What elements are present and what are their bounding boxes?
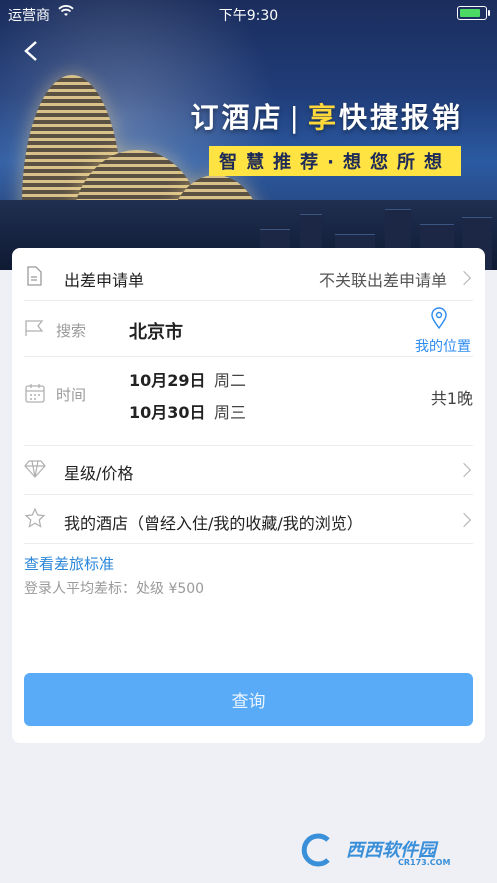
hero-title-part1: 订酒店	[190, 101, 284, 134]
my-location-link[interactable]: 我的位置	[415, 336, 471, 356]
travel-standard-note: 登录人平均差标：处级 ¥500	[24, 581, 205, 597]
star-icon	[24, 507, 46, 533]
star-price-label: 星级/价格	[64, 464, 134, 483]
battery-icon	[457, 6, 490, 20]
search-label: 搜索	[56, 322, 87, 340]
hero-title-separator: |	[289, 101, 302, 134]
flag-icon	[24, 319, 46, 341]
checkin-weekday: 周二	[214, 371, 247, 390]
watermark-logo-icon	[301, 833, 330, 867]
chevron-right-icon	[456, 270, 472, 286]
my-hotel-row[interactable]: 我的酒店（曾经入住/我的收藏/我的浏览）	[24, 495, 473, 544]
city-input[interactable]: 北京市	[129, 318, 183, 344]
chevron-right-icon	[456, 512, 472, 528]
hero-banner: 运营商 下午9:30 订酒店 | 享快捷报销 智慧推荐·想您所想	[0, 0, 497, 270]
my-hotel-label: 我的酒店（曾经入住/我的收藏/我的浏览）	[64, 514, 363, 533]
hero-title-highlight: 享	[307, 101, 339, 134]
hero-title: 订酒店 | 享快捷报销	[191, 96, 463, 136]
diamond-icon	[24, 460, 46, 482]
location-pin-icon[interactable]	[430, 307, 448, 333]
checkout-date[interactable]: 10月30日	[129, 399, 206, 423]
clock: 下午9:30	[218, 8, 279, 24]
nights-count: 共1晚	[430, 389, 473, 408]
status-bar: 运营商 下午9:30	[0, 0, 497, 26]
travel-request-value: 不关联出差申请单	[318, 271, 447, 290]
back-icon[interactable]	[22, 40, 42, 61]
chevron-right-icon	[456, 462, 472, 478]
watermark: 西西软件园 CR173.COM	[298, 832, 478, 872]
time-label: 时间	[56, 386, 87, 404]
star-price-row[interactable]: 星级/价格	[24, 446, 473, 495]
search-row: 搜索 北京市 我的位置	[24, 301, 473, 357]
hero-title-part2: 快捷报销	[338, 101, 463, 134]
date-row[interactable]: 时间 10月29日 周二 10月30日 周三 共1晚	[24, 357, 473, 446]
checkout-weekday: 周三	[214, 403, 247, 422]
watermark-sub: CR173.COM	[398, 858, 451, 867]
query-button[interactable]: 查询	[24, 673, 473, 726]
document-icon	[26, 266, 42, 290]
calendar-icon	[24, 382, 46, 408]
booking-card: 出差申请单 不关联出差申请单 搜索 北京市 我的位置 时间 10月29日 周二 …	[12, 248, 485, 743]
checkin-date[interactable]: 10月29日	[129, 367, 206, 391]
hero-subtitle: 智慧推荐·想您所想	[209, 146, 461, 176]
travel-standard-link[interactable]: 查看差旅标准	[24, 553, 114, 574]
travel-request-label: 出差申请单	[64, 271, 145, 290]
travel-request-row[interactable]: 出差申请单 不关联出差申请单	[24, 248, 473, 301]
